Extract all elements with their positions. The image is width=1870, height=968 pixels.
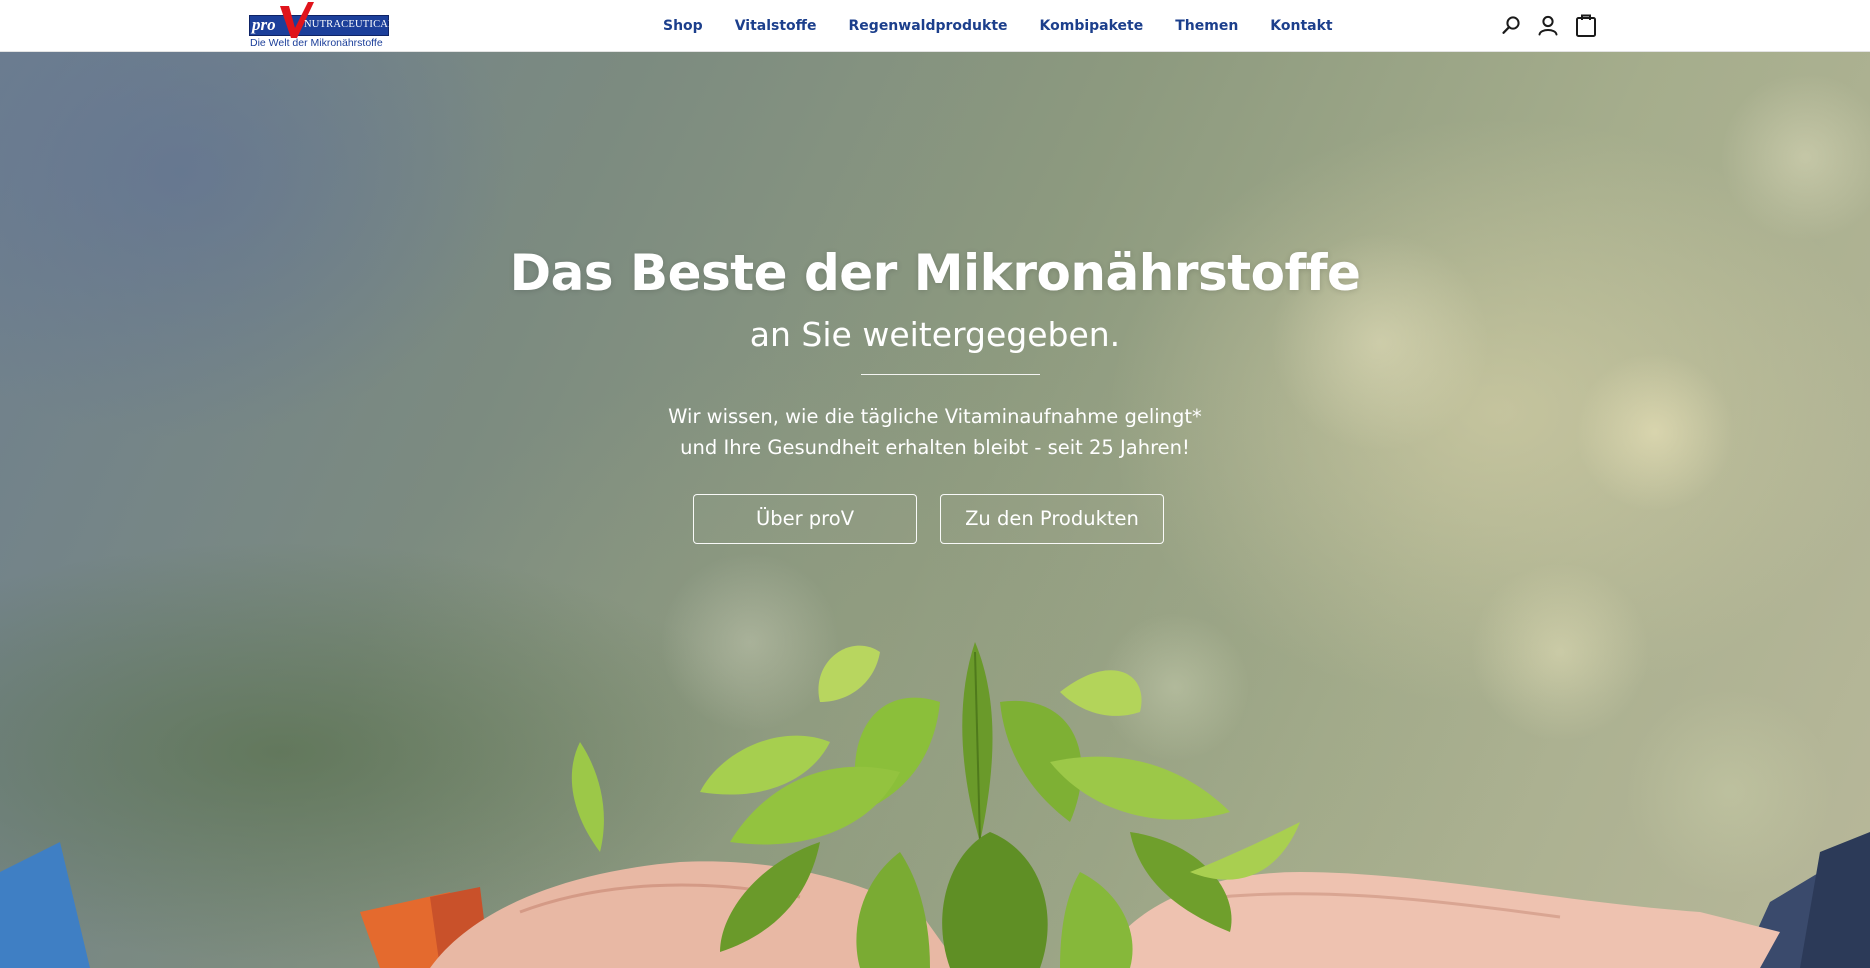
tea-leaves-hands-image bbox=[0, 642, 1870, 968]
user-icon[interactable] bbox=[1533, 11, 1563, 41]
hero-section: Das Beste der Mikronährstoffe an Sie wei… bbox=[0, 52, 1870, 968]
shopping-bag-icon[interactable] bbox=[1571, 11, 1601, 41]
site-header: pro NUTRACEUTICAL Die Welt der Mikronähr… bbox=[0, 0, 1870, 52]
hero-description-line-1: Wir wissen, wie die tägliche Vitaminaufn… bbox=[668, 405, 1202, 428]
nav-item-vitalstoffe[interactable]: Vitalstoffe bbox=[735, 15, 817, 37]
hero-subtitle: an Sie weitergegeben. bbox=[749, 315, 1121, 354]
header-tools bbox=[1496, 11, 1601, 41]
hero-description-line-2: und Ihre Gesundheit erhalten bleibt - se… bbox=[680, 436, 1190, 459]
hero-description: Wir wissen, wie die tägliche Vitaminaufn… bbox=[0, 401, 1870, 463]
nav-item-themen[interactable]: Themen bbox=[1175, 15, 1238, 37]
hero-title: Das Beste der Mikronährstoffe bbox=[509, 244, 1361, 302]
search-icon[interactable] bbox=[1496, 11, 1526, 41]
products-button[interactable]: Zu den Produkten bbox=[940, 494, 1164, 544]
hero-divider bbox=[861, 374, 1040, 375]
logo-brand-name: NUTRACEUTICAL bbox=[304, 19, 395, 30]
main-navigation: Shop Vitalstoffe Regenwaldprodukte Kombi… bbox=[663, 15, 1333, 37]
nav-item-shop[interactable]: Shop bbox=[663, 15, 703, 37]
logo-tagline: Die Welt der Mikronährstoffe bbox=[250, 37, 383, 49]
about-prov-button[interactable]: Über proV bbox=[693, 494, 917, 544]
site-logo[interactable]: pro NUTRACEUTICAL Die Welt der Mikronähr… bbox=[249, 2, 394, 50]
nav-item-kombipakete[interactable]: Kombipakete bbox=[1040, 15, 1144, 37]
nav-item-kontakt[interactable]: Kontakt bbox=[1270, 15, 1332, 37]
nav-item-regenwaldprodukte[interactable]: Regenwaldprodukte bbox=[849, 15, 1008, 37]
logo-pro-text: pro bbox=[252, 15, 276, 34]
